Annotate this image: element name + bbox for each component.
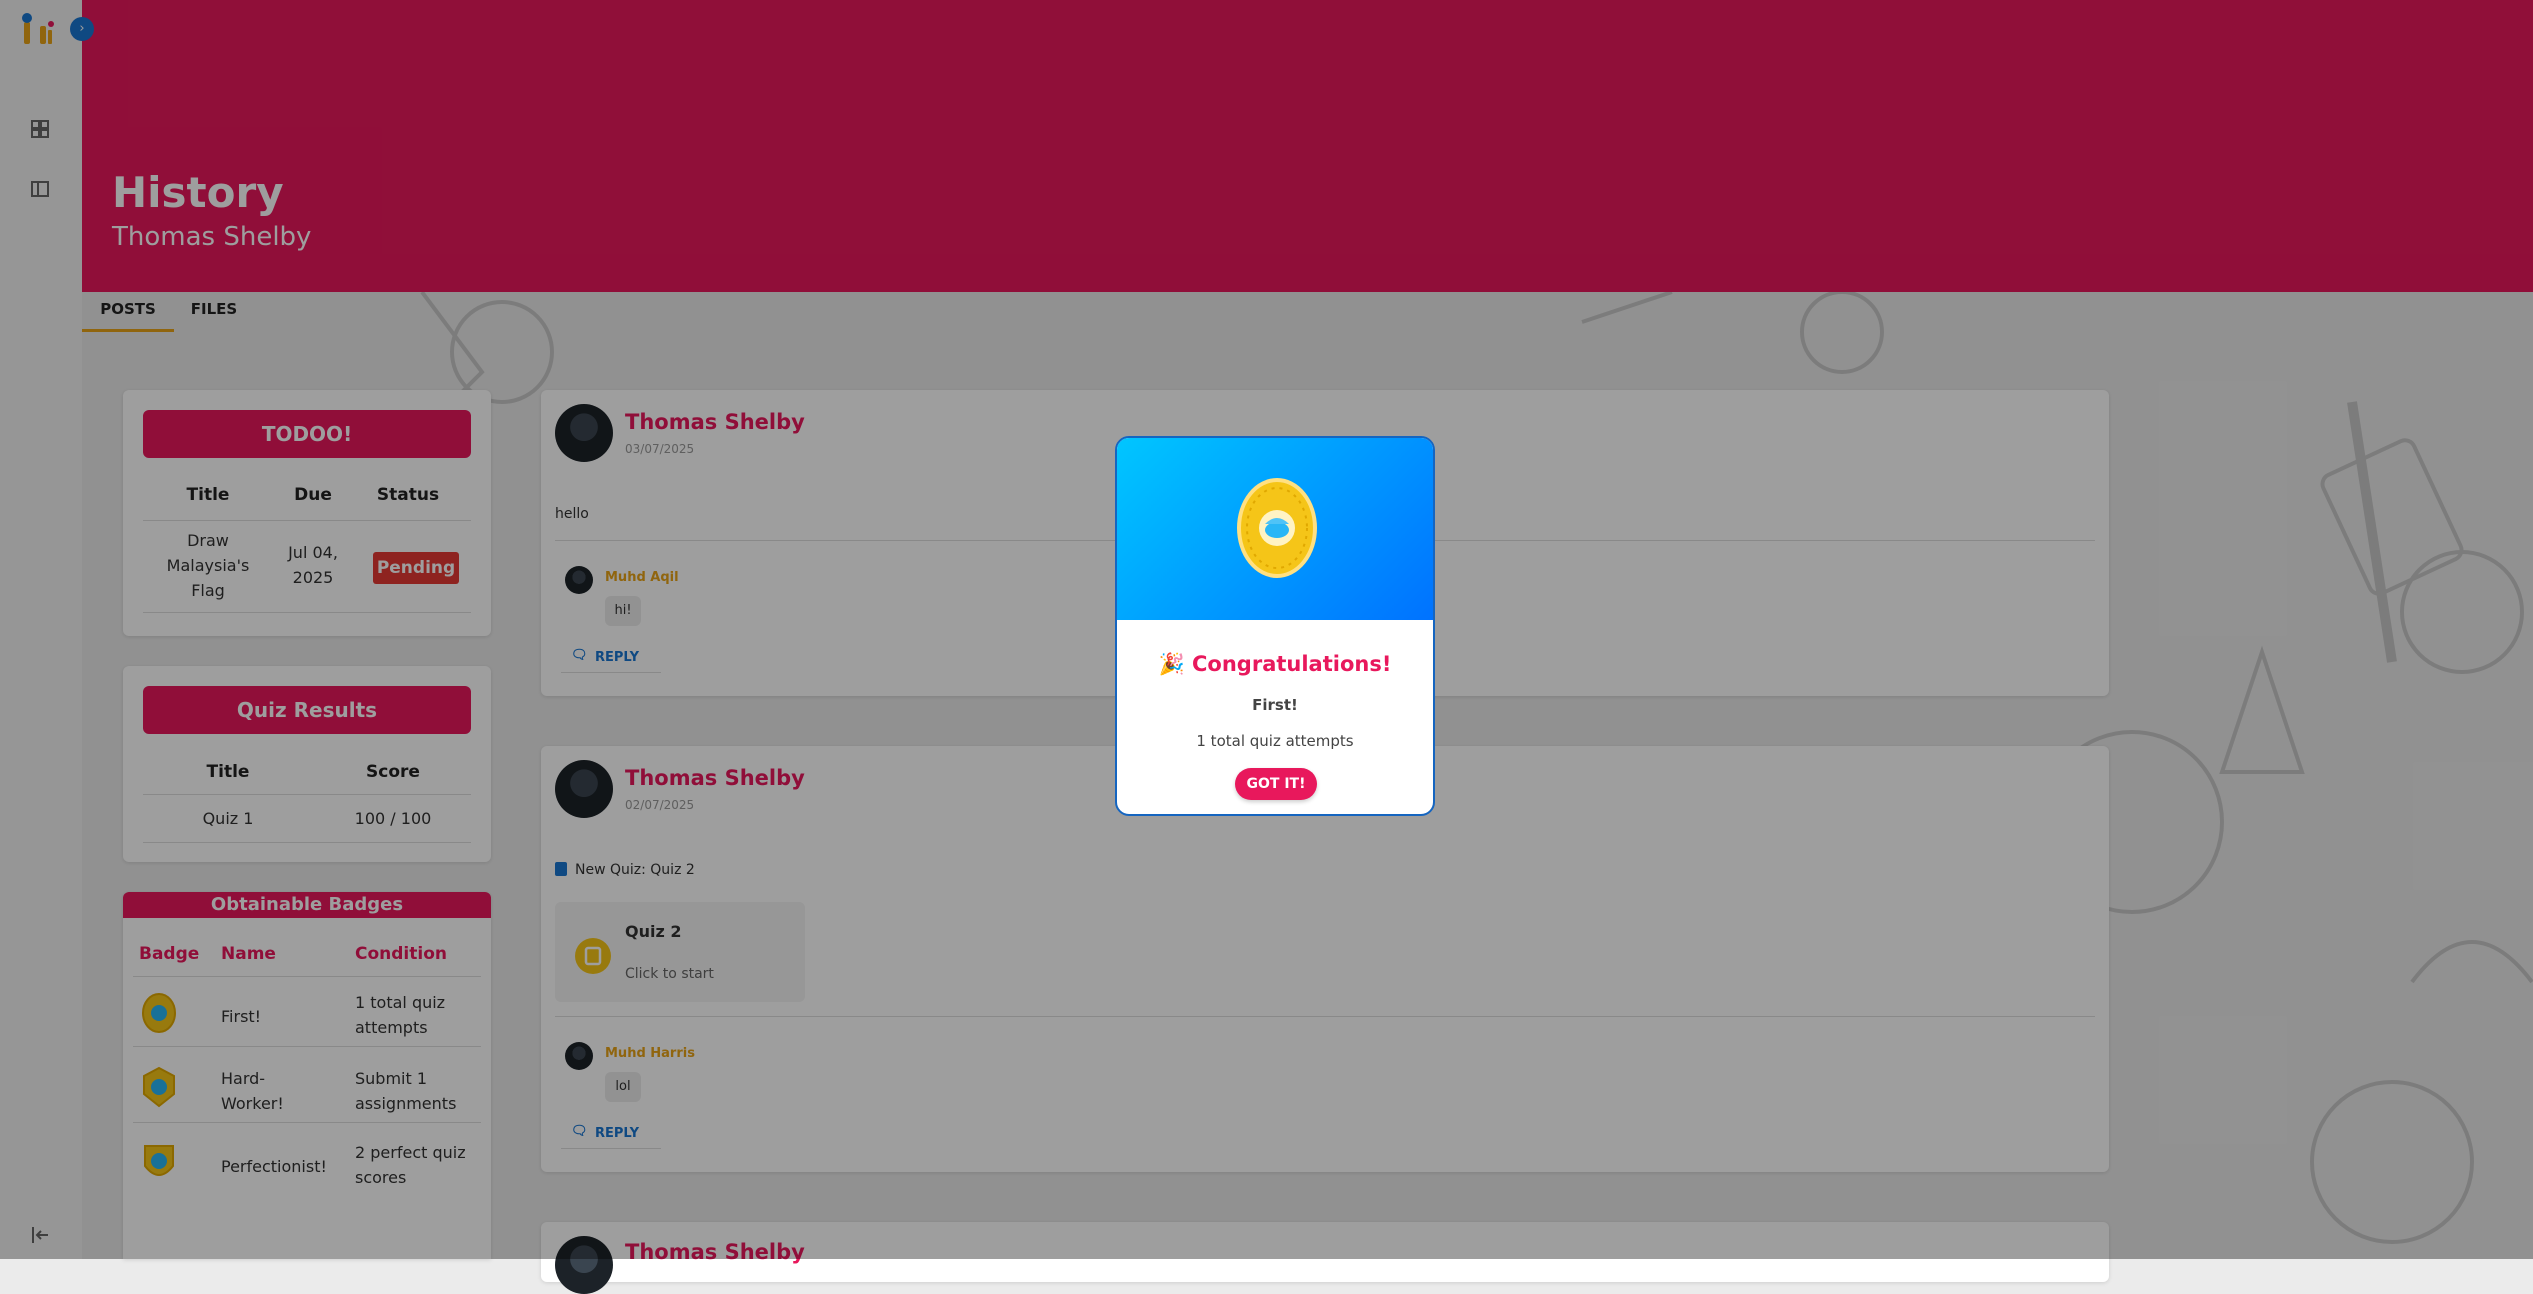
got-it-button[interactable]: GOT IT! — [1235, 768, 1317, 800]
dialog-banner — [1117, 438, 1433, 620]
badge-medal-icon — [1237, 478, 1317, 578]
dialog-badge-name: First! — [1252, 696, 1298, 714]
congratulations-dialog: 🎉 Congratulations! First! 1 total quiz a… — [1115, 436, 1435, 816]
dialog-title: 🎉 Congratulations! — [1158, 652, 1392, 676]
dialog-badge-condition: 1 total quiz attempts — [1196, 732, 1354, 750]
